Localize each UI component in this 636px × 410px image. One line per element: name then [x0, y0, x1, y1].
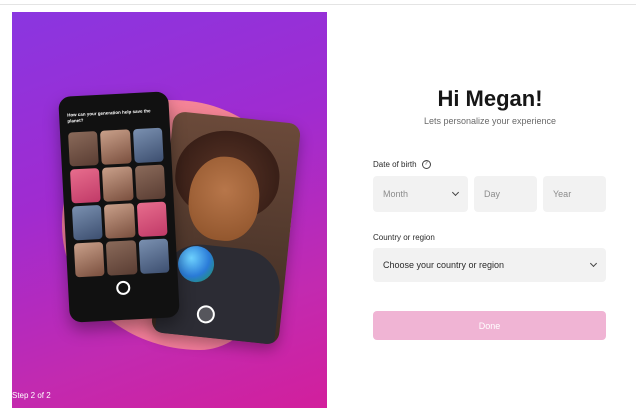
day-input[interactable]: Day — [474, 176, 537, 212]
country-select-value: Choose your country or region — [383, 260, 505, 270]
phone-nav — [73, 278, 174, 297]
video-tile — [136, 201, 168, 238]
chevron-down-icon — [589, 259, 598, 268]
page-title: Hi Megan! — [437, 86, 543, 111]
video-tile — [102, 166, 134, 202]
page-subtitle: Lets personalize your experience — [423, 116, 557, 126]
country-select[interactable]: Choose your country or region — [373, 248, 606, 282]
video-tile — [100, 129, 132, 165]
done-button[interactable]: Done — [373, 311, 606, 340]
dob-label-text: Date of birth — [373, 160, 417, 169]
month-select-value: Month — [383, 189, 409, 199]
signup-window: How can your generation help save the pl… — [0, 0, 636, 410]
year-input-value: Year — [553, 189, 572, 199]
step-indicator: Step 2 of 2 — [12, 391, 51, 400]
video-tile — [138, 238, 170, 274]
country-label: Country or region — [373, 233, 435, 242]
country-label-text: Country or region — [373, 233, 435, 242]
video-tile — [134, 164, 166, 201]
video-tile — [71, 204, 103, 241]
video-tile-grid — [65, 125, 173, 279]
video-tile — [68, 131, 100, 167]
year-input[interactable]: Year — [543, 176, 606, 212]
dob-label: Date of birth ? — [373, 160, 431, 169]
video-tile — [69, 167, 102, 204]
video-grid-phone-image: How can your generation help save the pl… — [58, 91, 180, 323]
top-divider — [0, 4, 636, 5]
video-tile — [104, 203, 136, 239]
day-input-value: Day — [484, 189, 501, 199]
hero-panel: How can your generation help save the pl… — [12, 12, 327, 408]
chevron-down-icon — [451, 188, 460, 197]
record-button-icon — [115, 280, 131, 296]
video-tile — [132, 127, 164, 164]
video-tile — [73, 241, 105, 278]
video-tile — [106, 240, 138, 276]
month-select[interactable]: Month — [373, 176, 468, 212]
info-icon[interactable]: ? — [421, 160, 431, 169]
